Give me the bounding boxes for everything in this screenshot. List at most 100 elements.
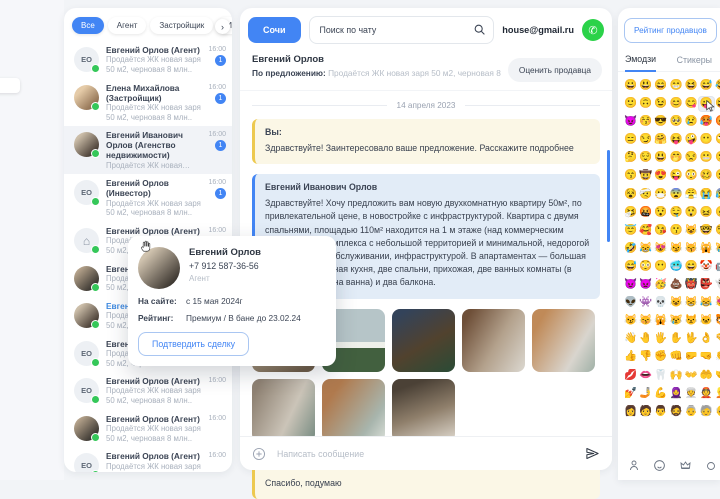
chat-scrollbar-thumb[interactable] — [607, 150, 610, 242]
emoji-cell[interactable]: 🙃 — [638, 97, 653, 111]
emoji-cell[interactable]: 👺 — [699, 278, 714, 292]
emoji-cell[interactable]: 😖 — [699, 206, 714, 220]
emoji-category-ring-icon[interactable] — [705, 459, 717, 472]
emoji-cell[interactable]: 😡 — [714, 115, 720, 129]
emoji-cell[interactable]: 🤣 — [623, 242, 638, 256]
emoji-cell[interactable]: 😒 — [684, 151, 699, 165]
emoji-cell[interactable]: 🤖 — [714, 260, 720, 274]
emoji-cell[interactable]: 😉 — [653, 97, 668, 111]
emoji-cell[interactable]: 🧕 — [669, 387, 684, 401]
emoji-cell[interactable]: 😘 — [653, 224, 668, 238]
rate-seller-button[interactable]: Оценить продавца — [507, 58, 602, 82]
emoji-cell[interactable]: 😋 — [684, 97, 699, 111]
emoji-cell[interactable]: 👋 — [623, 332, 638, 346]
emoji-cell[interactable]: 😸 — [684, 296, 699, 310]
emoji-cell[interactable]: 😎 — [653, 115, 668, 129]
emoji-cell[interactable]: 👐 — [684, 369, 699, 383]
emoji-cell[interactable]: 🙀 — [653, 314, 668, 328]
emoji-cell[interactable]: 🦷 — [653, 369, 668, 383]
emoji-cell[interactable]: 🤠 — [638, 169, 653, 183]
emoji-cell[interactable]: 😽 — [638, 314, 653, 328]
emoji-cell[interactable]: 😻 — [714, 296, 720, 310]
emoji-cell[interactable]: 💀 — [653, 296, 668, 310]
emoji-cell[interactable]: 💩 — [669, 278, 684, 292]
chat-list-item[interactable]: Евгений Орлов (Агент)Продаётся ЖК новая … — [64, 410, 232, 448]
emoji-cell[interactable]: 👽 — [623, 296, 638, 310]
filter-tab[interactable]: Застройщик — [150, 17, 214, 34]
emoji-cell[interactable]: 👲 — [699, 387, 714, 401]
confirm-deal-button[interactable]: Подтвердить сделку — [138, 332, 250, 356]
emoji-cell[interactable]: 👏 — [714, 350, 720, 364]
emoji-category-crown-icon[interactable] — [679, 459, 692, 471]
emoji-cell[interactable]: 😰 — [714, 188, 720, 202]
emoji-cell[interactable]: 🤧 — [623, 206, 638, 220]
emoji-cell[interactable]: ✊ — [653, 350, 668, 364]
chat-list-item[interactable]: ЕО Евгений Орлов (Инвестор) Продаётся ЖК н… — [64, 174, 232, 222]
emoji-cell[interactable]: 😼 — [669, 242, 684, 256]
emoji-cell[interactable]: 🙄 — [714, 133, 720, 147]
emoji-cell[interactable]: 🤔 — [623, 151, 638, 165]
emoji-cell[interactable]: 🤲 — [699, 369, 714, 383]
listing-photo-living-room-3[interactable] — [322, 378, 385, 442]
emoji-cell[interactable]: 🤕 — [638, 188, 653, 202]
filter-tab[interactable]: Агент — [107, 17, 147, 34]
emoji-cell[interactable]: 😢 — [684, 115, 699, 129]
emoji-category-smiley-icon[interactable] — [653, 459, 666, 472]
emoji-cell[interactable]: 😹 — [699, 296, 714, 310]
chat-list-item[interactable]: ЕО Евгений Орлов (Агент)Продаётся ЖК нова… — [64, 372, 232, 410]
emoji-cell[interactable]: 🐱 — [699, 314, 714, 328]
listing-photo-living-room-2[interactable] — [252, 378, 315, 442]
emoji-cell[interactable]: 🤳 — [638, 387, 653, 401]
chat-list-item[interactable]: Евгений Иванович Орлов (Агенство недвижи… — [64, 126, 232, 175]
listing-photo-modern-house-dusk[interactable] — [392, 308, 455, 372]
emoji-cell[interactable]: 👩 — [623, 405, 638, 419]
chat-list-item[interactable]: Елена Михайлова (Застройщик) Продаётся ЖК… — [64, 79, 232, 127]
emoji-cell[interactable]: 😶 — [699, 133, 714, 147]
emoji-cell[interactable]: 💪 — [653, 387, 668, 401]
emoji-cell[interactable]: 😄 — [653, 79, 668, 93]
emoji-cell[interactable]: 😶 — [653, 260, 668, 274]
chat-list-item[interactable]: ЕО Евгений Орлов (Агент)Продаётся ЖК нова… — [64, 41, 232, 79]
tab-stickers[interactable]: Стикеры — [677, 54, 712, 71]
emoji-cell[interactable]: 😠 — [714, 206, 720, 220]
emoji-cell[interactable]: 🤜 — [699, 350, 714, 364]
emoji-cell[interactable]: 😜 — [714, 97, 720, 111]
emoji-cell[interactable]: 🥶 — [669, 260, 684, 274]
emoji-cell[interactable]: 😺 — [684, 224, 699, 238]
emoji-cell[interactable]: 👳 — [684, 387, 699, 401]
emoji-cell[interactable]: 😮 — [714, 151, 720, 165]
emoji-cell[interactable]: 🧔 — [669, 405, 684, 419]
emoji-cell[interactable]: 🥵 — [699, 115, 714, 129]
emoji-cell[interactable]: 🤬 — [638, 206, 653, 220]
emoji-cell[interactable]: 👱 — [714, 387, 720, 401]
emoji-cell[interactable]: 😊 — [669, 97, 684, 111]
emoji-cell[interactable]: 🧐 — [714, 224, 720, 238]
emoji-cell[interactable]: 👻 — [714, 278, 720, 292]
emoji-cell[interactable]: 😤 — [684, 188, 699, 202]
emoji-cell[interactable]: 😀 — [623, 79, 638, 93]
emoji-cell[interactable]: 😛 — [698, 97, 714, 111]
emoji-cell[interactable]: 😙 — [623, 169, 638, 183]
emoji-cell[interactable]: 👄 — [638, 369, 653, 383]
emoji-cell[interactable]: 😼 — [623, 314, 638, 328]
emoji-cell[interactable]: 👨 — [653, 405, 668, 419]
emoji-cell[interactable]: 😃 — [638, 79, 653, 93]
search-input[interactable] — [308, 16, 495, 44]
emoji-cell[interactable]: 🤤 — [669, 206, 684, 220]
chat-list-item[interactable]: ЕО Евгений Орлов (Агент)Продаётся ЖК нова… — [64, 447, 232, 472]
emoji-cell[interactable]: 😻 — [653, 242, 668, 256]
emoji-cell[interactable]: 😈 — [623, 115, 638, 129]
emoji-cell[interactable]: 🧑 — [638, 405, 653, 419]
emoji-cell[interactable]: 😨 — [669, 188, 684, 202]
listing-photo-kitchen-interior[interactable] — [392, 378, 455, 442]
emoji-cell[interactable]: 🤛 — [684, 350, 699, 364]
emoji-cell[interactable]: 🤏 — [714, 332, 720, 346]
whatsapp-icon[interactable]: ✆ — [582, 19, 604, 41]
emoji-cell[interactable]: 😍 — [653, 169, 668, 183]
emoji-cell[interactable]: 👌 — [699, 332, 714, 346]
emoji-cell[interactable]: 😇 — [623, 224, 638, 238]
emoji-cell[interactable]: 🤗 — [653, 133, 668, 147]
sellers-rating-button[interactable]: Рейтинг продавцов — [624, 18, 717, 43]
emoji-cell[interactable]: 😅 — [699, 79, 714, 93]
emoji-cell[interactable]: 🐯 — [714, 314, 720, 328]
